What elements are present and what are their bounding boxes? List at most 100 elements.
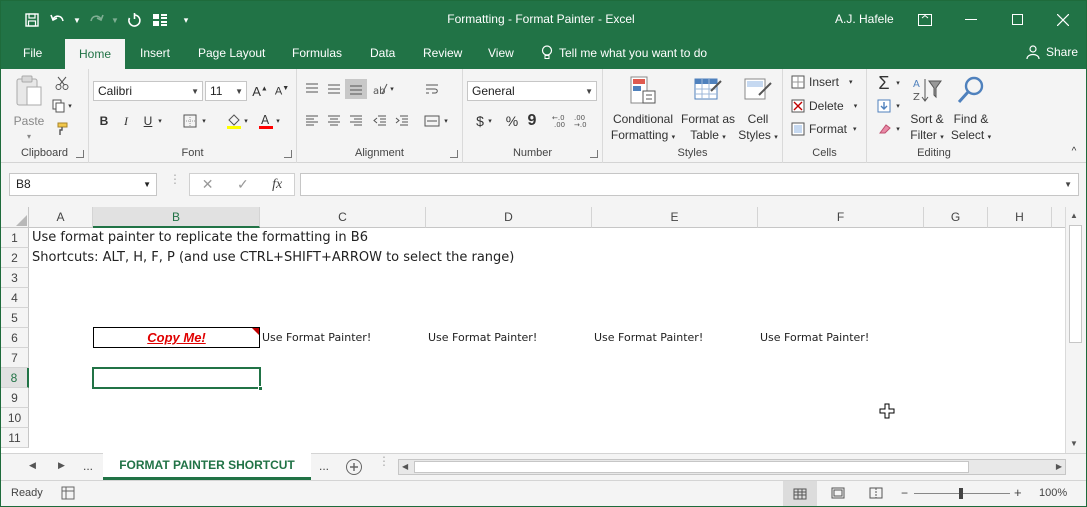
row-header-7[interactable]: 7	[1, 348, 29, 368]
next-sheet-icon[interactable]: ▶	[58, 460, 65, 471]
number-format-select[interactable]: General ▼	[467, 81, 597, 101]
row-header-1[interactable]: 1	[1, 228, 29, 248]
zoom-out-icon[interactable]: −	[901, 486, 908, 500]
cell-e6[interactable]: Use Format Painter!	[594, 328, 703, 348]
zoom-slider-thumb[interactable]	[959, 488, 963, 499]
fill-handle[interactable]	[258, 386, 263, 391]
cell-b6[interactable]: Copy Me!	[93, 327, 260, 348]
scroll-left-icon[interactable]: ◀	[402, 462, 408, 471]
merge-dropdown-icon[interactable]: ▾	[441, 111, 451, 131]
row-header-10[interactable]: 10	[1, 408, 29, 428]
increase-indent-icon[interactable]	[391, 111, 413, 131]
zoom-in-icon[interactable]: +	[1014, 485, 1022, 500]
font-name-select[interactable]: Calibri ▼	[93, 81, 203, 101]
tab-formulas[interactable]: Formulas	[292, 45, 342, 69]
close-icon[interactable]	[1040, 1, 1086, 38]
more-sheets-left[interactable]: ...	[83, 459, 93, 473]
vertical-scroll-thumb[interactable]	[1069, 225, 1082, 343]
column-header-g[interactable]: G	[924, 207, 988, 228]
column-header-e[interactable]: E	[592, 207, 758, 228]
tab-data[interactable]: Data	[370, 45, 395, 69]
delete-cells-button[interactable]: Delete ▾	[791, 99, 857, 113]
row-header-2[interactable]: 2	[1, 248, 29, 268]
column-header-d[interactable]: D	[426, 207, 592, 228]
redo-dropdown-icon[interactable]: ▼	[109, 9, 121, 31]
scroll-down-icon[interactable]: ▼	[1070, 439, 1078, 448]
zoom-slider[interactable]	[914, 488, 1010, 499]
cell-c6[interactable]: Use Format Painter!	[262, 328, 371, 348]
clear-dropdown-icon[interactable]: ▾	[893, 119, 903, 139]
row-header-11[interactable]: 11	[1, 428, 29, 448]
align-right-icon[interactable]	[345, 111, 367, 131]
italic-button[interactable]: I	[115, 111, 137, 131]
clear-icon[interactable]	[873, 119, 895, 139]
tell-me-search[interactable]: Tell me what you want to do	[541, 45, 707, 60]
decrease-decimal-icon[interactable]: .00 →.0	[573, 111, 595, 131]
column-header-b[interactable]: B	[93, 207, 260, 228]
column-header-c[interactable]: C	[260, 207, 426, 228]
name-box[interactable]: B8 ▼	[9, 173, 157, 196]
ribbon-display-options-icon[interactable]	[902, 1, 948, 38]
horizontal-scroll-thumb[interactable]	[414, 461, 969, 473]
format-painter-icon[interactable]	[51, 119, 73, 139]
fill-dropdown-icon[interactable]: ▾	[893, 96, 903, 116]
column-header-h[interactable]: H	[988, 207, 1052, 228]
refresh-icon[interactable]	[121, 9, 147, 31]
cell-f6[interactable]: Use Format Painter!	[760, 328, 869, 348]
paste-button[interactable]: Paste ▾	[9, 75, 49, 145]
formula-bar-resize-handle[interactable]: ⋮	[169, 173, 181, 185]
more-sheets-right[interactable]: ...	[319, 459, 329, 473]
undo-icon[interactable]	[45, 9, 71, 31]
clipboard-launcher-icon[interactable]	[76, 150, 84, 158]
align-middle-icon[interactable]	[323, 79, 345, 99]
font-color-dropdown-icon[interactable]: ▾	[273, 111, 283, 131]
sort-filter-button[interactable]: AZ Sort & Filter ▾	[907, 75, 947, 146]
increase-decimal-icon[interactable]: ←.0.00	[551, 111, 573, 131]
tab-insert[interactable]: Insert	[140, 45, 170, 69]
tab-file[interactable]: File	[23, 45, 42, 69]
page-break-view-icon[interactable]	[869, 487, 883, 502]
row-header-8[interactable]: 8	[1, 368, 29, 388]
formula-input[interactable]: ▼	[300, 173, 1079, 196]
normal-view-icon[interactable]	[783, 481, 817, 506]
tab-view[interactable]: View	[488, 45, 514, 69]
autosum-icon[interactable]: Σ	[873, 73, 895, 93]
page-layout-view-icon[interactable]	[831, 487, 845, 502]
cell-styles-button[interactable]: Cell Styles ▾	[737, 75, 779, 146]
alignment-launcher-icon[interactable]	[450, 150, 458, 158]
borders-icon[interactable]	[179, 111, 201, 131]
previous-sheet-icon[interactable]: ◀	[29, 460, 36, 471]
tab-home[interactable]: Home	[65, 39, 126, 69]
decrease-indent-icon[interactable]	[369, 111, 391, 131]
selected-cell-b8[interactable]	[92, 367, 263, 391]
column-header-a[interactable]: A	[29, 207, 93, 228]
underline-dropdown-icon[interactable]: ▾	[155, 111, 165, 131]
enter-icon[interactable]: ✓	[237, 176, 249, 193]
customize-qat-icon[interactable]: ▾	[173, 9, 199, 31]
align-top-icon[interactable]	[301, 79, 323, 99]
worksheet-grid[interactable]: A B C D E F G H 1 2 3 4 5 6 7 8 9 10 11 …	[1, 207, 1065, 453]
row-header-5[interactable]: 5	[1, 308, 29, 328]
tab-review[interactable]: Review	[423, 45, 462, 69]
select-all-button[interactable]	[1, 207, 29, 228]
cell-a2[interactable]: Shortcuts: ALT, H, F, P (and use CTRL+SH…	[32, 248, 514, 268]
format-as-table-button[interactable]: Format as Table ▾	[679, 75, 737, 146]
save-icon[interactable]	[19, 9, 45, 31]
name-box-dropdown-icon[interactable]: ▼	[143, 180, 151, 189]
column-header-f[interactable]: F	[758, 207, 924, 228]
row-header-4[interactable]: 4	[1, 288, 29, 308]
new-sheet-icon[interactable]	[345, 458, 363, 479]
tab-page-layout[interactable]: Page Layout	[198, 45, 265, 69]
redo-icon[interactable]	[83, 9, 109, 31]
fill-icon[interactable]	[873, 96, 895, 116]
row-header-3[interactable]: 3	[1, 268, 29, 288]
zoom-level[interactable]: 100%	[1039, 487, 1067, 499]
comma-style-button[interactable]: 9	[521, 111, 543, 131]
sheet-tab-format-painter-shortcut[interactable]: FORMAT PAINTER SHORTCUT	[103, 453, 311, 480]
align-left-icon[interactable]	[301, 111, 323, 131]
align-bottom-icon[interactable]	[345, 79, 367, 99]
macro-record-icon[interactable]	[61, 486, 75, 503]
accounting-dropdown-icon[interactable]: ▾	[485, 111, 495, 131]
tab-split-handle[interactable]: ⋮	[378, 455, 390, 467]
expand-formula-bar-icon[interactable]: ▼	[1064, 180, 1072, 189]
